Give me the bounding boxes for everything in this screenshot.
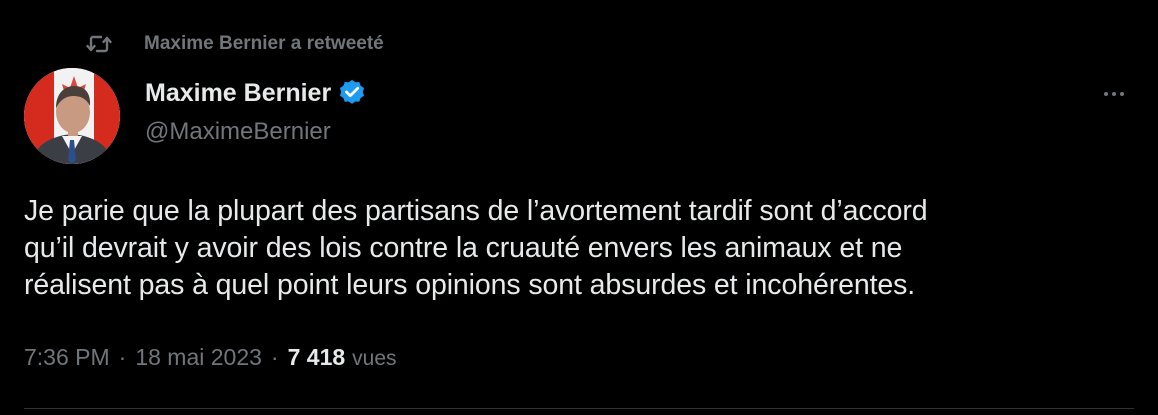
more-options-icon[interactable] — [1094, 82, 1134, 106]
tweet-metadata: 7:36 PM · 18 mai 2023 · 7 418 vues — [24, 344, 397, 371]
meta-separator: · — [118, 344, 127, 370]
verified-badge-icon[interactable] — [337, 78, 367, 108]
tweet-card: Maxime Bernier a retweeté Maxime Bernier — [0, 0, 1158, 415]
tweet-text-line: qu’il devrait y avoir des lois contre la… — [24, 232, 903, 264]
retweet-icon — [86, 32, 112, 56]
author-block: Maxime Bernier @MaximeBernier — [145, 74, 367, 146]
views-count[interactable]: 7 418 — [288, 344, 346, 371]
author-handle[interactable]: @MaximeBernier — [145, 118, 367, 146]
avatar[interactable] — [24, 68, 120, 164]
more-options-dot — [1120, 92, 1124, 96]
tweet-text: Je parie que la plupart des partisans de… — [24, 193, 1139, 304]
more-options-dot — [1112, 92, 1116, 96]
views-label: vues — [352, 347, 397, 370]
retweet-label: Maxime Bernier a retweeté — [144, 33, 384, 54]
retweet-context[interactable]: Maxime Bernier a retweeté — [86, 30, 384, 58]
more-options-dot — [1104, 92, 1108, 96]
tweet-date[interactable]: 18 mai 2023 — [135, 344, 262, 371]
tweet-time[interactable]: 7:36 PM — [24, 344, 110, 371]
author-name[interactable]: Maxime Bernier — [145, 79, 331, 108]
divider — [24, 408, 1134, 409]
author-name-row: Maxime Bernier — [145, 74, 367, 112]
tweet-text-line: Je parie que la plupart des partisans de… — [24, 195, 928, 227]
meta-separator: · — [270, 344, 279, 370]
tweet-text-line: réalisent pas à quel point leurs opinion… — [24, 269, 916, 301]
